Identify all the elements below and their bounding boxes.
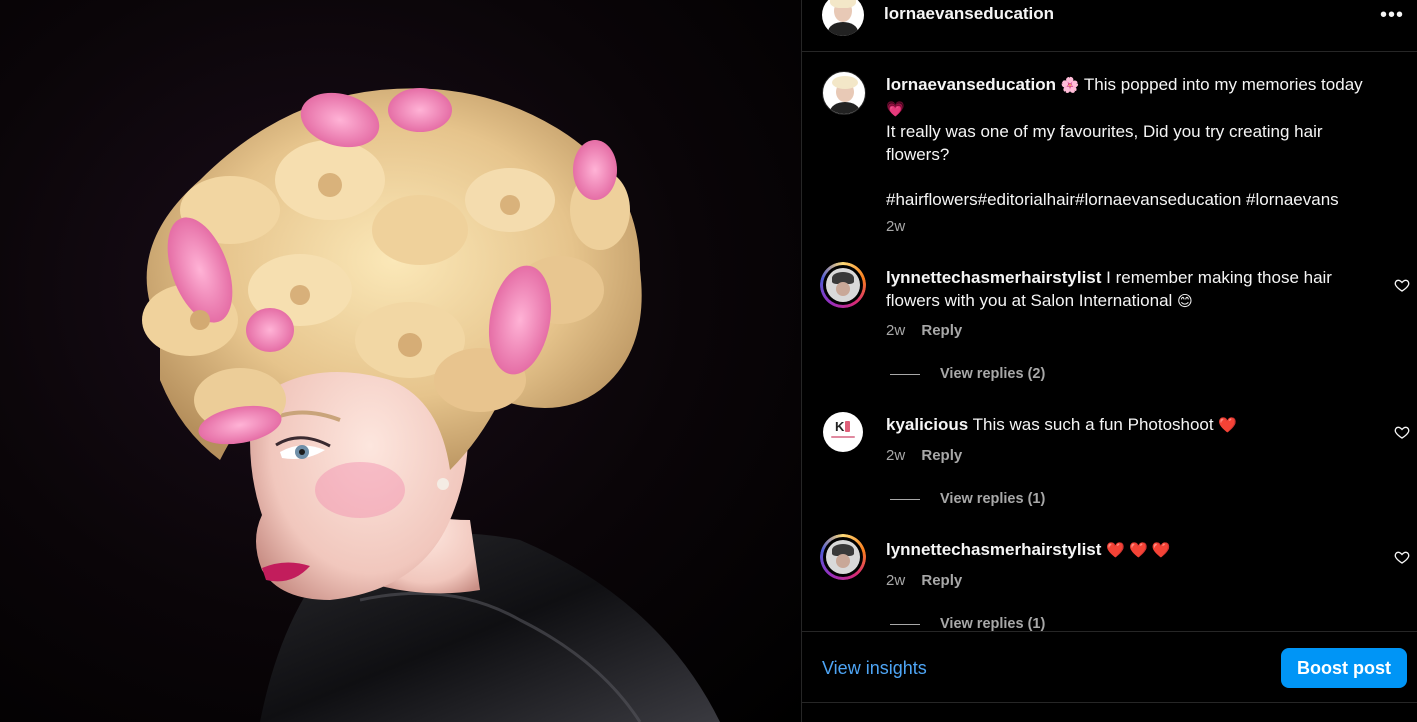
caption-hashtags[interactable]: #hairflowers#editorialhair#lornaevansedu… (886, 190, 1339, 209)
pink-heart-emoji: 💗 (886, 100, 905, 118)
red-heart-emoji: ❤️ (1218, 417, 1238, 434)
boost-post-button[interactable]: Boost post (1281, 648, 1407, 688)
like-heart-icon[interactable] (1394, 277, 1410, 293)
comment-username[interactable]: lynnettechasmerhairstylist (886, 268, 1101, 287)
comment-text-line-2: flowers with you at Salon International (886, 290, 1173, 310)
caption-username[interactable]: lornaevanseducation (886, 75, 1056, 94)
post-header: lornaevanseducation ••• (802, 0, 1417, 52)
replies-line (890, 373, 920, 375)
comment-text-line-1: I remember making those hair (1106, 268, 1332, 287)
comment-meta: 2w Reply (886, 322, 962, 339)
reply-button[interactable]: Reply (921, 447, 962, 464)
post-caption: lornaevanseducation 🌸 This popped into m… (886, 74, 1376, 211)
caption-line-1: This popped into my memories today (1083, 75, 1363, 94)
view-replies-label: View replies (1) (940, 616, 1046, 631)
more-options-icon[interactable]: ••• (1380, 4, 1404, 27)
view-replies-label: View replies (1) (940, 491, 1046, 507)
avatar-logo-mark: K (835, 419, 845, 434)
reply-button[interactable]: Reply (921, 572, 962, 589)
comment-username[interactable]: kyalicious (886, 415, 968, 434)
view-replies-label: View replies (2) (940, 366, 1046, 382)
replies-line (890, 498, 920, 500)
comment-body: kyalicious This was such a fun Photoshoo… (886, 414, 1376, 438)
smile-emoji: 😊 (1177, 292, 1193, 310)
caption-time: 2w (886, 218, 906, 235)
comment-meta: 2w Reply (886, 447, 962, 464)
comment-time: 2w (886, 322, 906, 339)
view-replies-button[interactable]: View replies (2) (890, 366, 1045, 382)
caption-line-2: It really was one of my favourites, Did … (886, 122, 1323, 141)
avatar-hair (832, 76, 858, 89)
avatar-face (836, 282, 850, 296)
caption-meta: 2w (886, 218, 905, 235)
comment-body: lynnettechasmerhairstylist ❤️ ❤️ ❤️ (886, 539, 1376, 563)
post-image[interactable] (0, 0, 801, 722)
reply-button[interactable]: Reply (921, 322, 962, 339)
avatar-shirt (830, 102, 860, 114)
comment-username[interactable]: lynnettechasmerhairstylist (886, 540, 1101, 559)
flower-emoji: 🌸 (1060, 77, 1080, 94)
avatar-logo-accent (845, 421, 850, 432)
avatar-logo-script (831, 436, 855, 438)
comment-time: 2w (886, 447, 906, 464)
comment-body: lynnettechasmerhairstylist I remember ma… (886, 267, 1376, 313)
header-username[interactable]: lornaevanseducation (884, 4, 1054, 24)
view-replies-button[interactable]: View replies (1) (890, 616, 1045, 631)
author-avatar[interactable] (822, 0, 864, 36)
like-heart-icon[interactable] (1394, 549, 1410, 565)
comment-text-line-1: This was such a fun Photoshoot (972, 415, 1214, 434)
like-heart-icon[interactable] (1394, 424, 1410, 440)
comment-time: 2w (886, 572, 906, 589)
post-details-panel: lornaevanseducation ••• lornaevanseducat… (801, 0, 1417, 722)
avatar-face (836, 554, 850, 568)
view-replies-button[interactable]: View replies (1) (890, 491, 1045, 507)
avatar-hair (830, 0, 856, 8)
comment-meta: 2w Reply (886, 572, 962, 589)
avatar-shirt (828, 22, 858, 36)
comment-avatar[interactable] (820, 262, 866, 308)
post-photo-illustration (142, 88, 720, 722)
comment-avatar[interactable]: K (823, 412, 863, 452)
view-insights-link[interactable]: View insights (822, 658, 927, 679)
replies-line (890, 623, 920, 625)
caption-author-avatar[interactable] (822, 71, 866, 115)
comment-avatar[interactable] (820, 534, 866, 580)
red-hearts-emoji: ❤️ ❤️ ❤️ (1106, 542, 1171, 559)
caption-line-3: flowers? (886, 144, 950, 164)
post-footer: View insights Boost post (802, 631, 1417, 703)
